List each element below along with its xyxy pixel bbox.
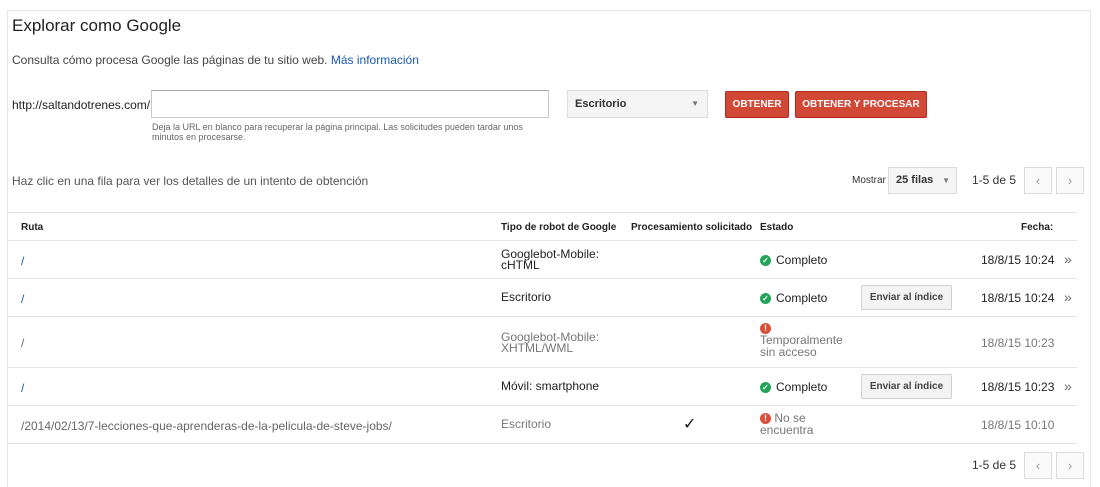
- pagination-top: 1-5 de 5 ‹ ›: [972, 167, 1087, 194]
- check-circle-icon: ✓: [760, 293, 771, 305]
- pagination-text: 1-5 de 5: [972, 173, 1017, 187]
- url-input[interactable]: [151, 90, 549, 118]
- show-rows-label: Mostrar: [852, 175, 886, 186]
- submit-to-index-button[interactable]: Enviar al índice: [861, 374, 952, 399]
- check-circle-icon: ✓: [760, 382, 771, 394]
- list-hint: Haz clic en una fila para ver los detall…: [12, 174, 369, 188]
- row-status-text: Completo: [776, 380, 828, 394]
- row-robot: Googlebot-Mobile: XHTML/WML: [501, 330, 600, 355]
- row-path[interactable]: /2014/02/13/7-lecciones-que-aprenderas-d…: [21, 419, 392, 433]
- row-status: ! Temporalmente sin acceso: [760, 322, 860, 358]
- row-path[interactable]: /: [21, 292, 24, 306]
- page-title: Explorar como Google: [12, 16, 182, 35]
- row-status: ! No se encuentra: [760, 412, 830, 436]
- row-robot: Escritorio: [501, 290, 552, 304]
- row-robot: Móvil: smartphone: [501, 379, 600, 393]
- row-date: 18/8/15 10:23: [981, 336, 1055, 350]
- double-chevron-right-icon[interactable]: »: [1064, 289, 1072, 305]
- row-path[interactable]: /: [21, 336, 24, 350]
- row-status: ✓ Completo: [760, 253, 828, 267]
- table-row[interactable]: /2014/02/13/7-lecciones-que-aprenderas-d…: [7, 406, 1077, 444]
- rows-per-page-value: 25 filas: [896, 174, 934, 186]
- row-robot: Googlebot-Mobile: cHTML: [501, 247, 600, 272]
- device-select-value: Escritorio: [575, 98, 627, 110]
- submit-to-index-button[interactable]: Enviar al índice: [861, 285, 952, 310]
- pagination-text: 1-5 de 5: [972, 458, 1017, 472]
- fetch-button[interactable]: OBTENER: [725, 91, 789, 118]
- header-render: Procesamiento solicitado: [631, 222, 753, 233]
- row-path[interactable]: /: [21, 381, 24, 395]
- page-description: Consulta cómo procesa Google las páginas…: [12, 53, 419, 67]
- table-row[interactable]: / Googlebot-Mobile: XHTML/WML ! Temporalm…: [7, 317, 1077, 368]
- double-chevron-right-icon[interactable]: »: [1064, 378, 1072, 394]
- row-status: ✓ Completo: [760, 380, 828, 394]
- check-circle-icon: ✓: [760, 255, 771, 267]
- row-status-text: Completo: [776, 253, 828, 267]
- row-date: 18/8/15 10:24: [981, 291, 1055, 305]
- header-robot: Tipo de robot de Google: [501, 222, 617, 233]
- caret-down-icon: ▼: [691, 99, 699, 108]
- row-status: ✓ Completo: [760, 291, 828, 305]
- device-select[interactable]: Escritorio ▼: [567, 90, 708, 118]
- table-header: Ruta Tipo de robot de Google Procesamien…: [7, 212, 1077, 241]
- row-status-text: Completo: [776, 291, 828, 305]
- header-ruta: Ruta: [21, 222, 44, 233]
- more-info-link[interactable]: Más información: [331, 53, 419, 67]
- chevron-right-icon[interactable]: ›: [1056, 452, 1084, 479]
- header-estado: Estado: [760, 222, 794, 233]
- row-status-text: Temporalmente sin acceso: [760, 333, 843, 360]
- chevron-left-icon[interactable]: ‹: [1024, 452, 1052, 479]
- table-row[interactable]: / Escritorio ✓ Completo Enviar al índice …: [7, 279, 1077, 317]
- chevron-left-icon[interactable]: ‹: [1024, 167, 1052, 194]
- double-chevron-right-icon[interactable]: »: [1064, 251, 1072, 267]
- description-text: Consulta cómo procesa Google las páginas…: [12, 53, 328, 67]
- url-prefix: http://saltandotrenes.com/: [12, 98, 151, 112]
- url-hint: Deja la URL en blanco para recuperar la …: [152, 122, 523, 142]
- rows-per-page-select[interactable]: 25 filas ▼: [888, 167, 957, 194]
- row-date: 18/8/15 10:24: [981, 253, 1055, 267]
- row-robot: Escritorio: [501, 417, 552, 431]
- row-date: 18/8/15 10:23: [981, 380, 1055, 394]
- row-date: 18/8/15 10:10: [981, 418, 1055, 432]
- fetch-and-render-button[interactable]: OBTENER Y PROCESAR: [795, 91, 927, 118]
- row-path[interactable]: /: [21, 254, 24, 268]
- table-row[interactable]: / Móvil: smartphone ✓ Completo Enviar al …: [7, 368, 1077, 406]
- render-check-icon: ✓: [683, 416, 697, 433]
- pagination-bottom: 1-5 de 5 ‹ ›: [972, 452, 1087, 479]
- header-fecha: Fecha:: [1021, 222, 1054, 233]
- caret-down-icon: ▼: [942, 176, 950, 185]
- chevron-right-icon[interactable]: ›: [1056, 167, 1084, 194]
- table-row[interactable]: / Googlebot-Mobile: cHTML ✓ Completo 18/8…: [7, 241, 1077, 279]
